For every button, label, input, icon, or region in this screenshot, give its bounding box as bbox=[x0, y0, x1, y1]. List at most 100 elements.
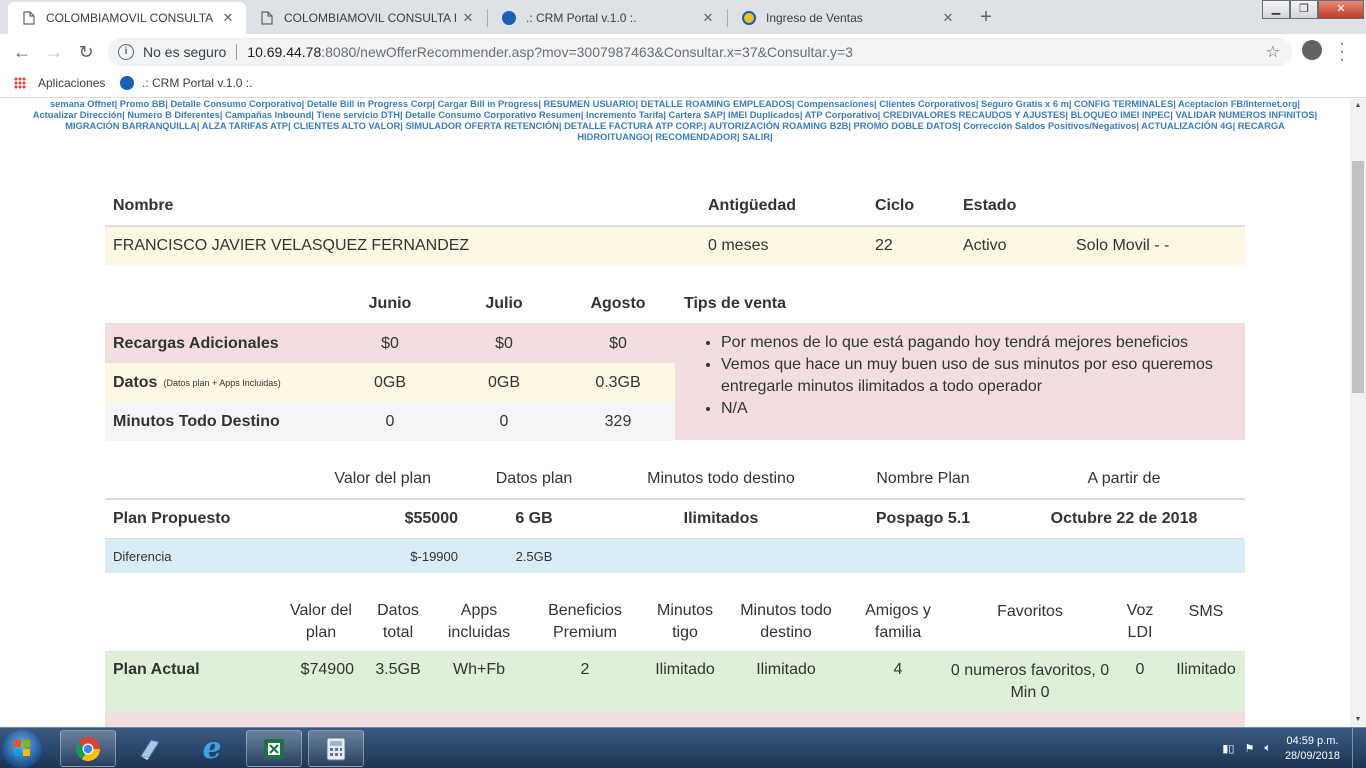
browser-toolbar: ← → ↻ i No es seguro 10.69.44.78 :8080/n… bbox=[0, 34, 1366, 70]
current-value: $74900 bbox=[300, 661, 354, 678]
address-bar[interactable]: i No es seguro 10.69.44.78 :8080/newOffe… bbox=[108, 38, 1292, 66]
current-family: 4 bbox=[893, 661, 903, 678]
close-tab-icon[interactable]: ✕ bbox=[940, 10, 956, 26]
header-month-1: Junio bbox=[368, 295, 412, 312]
header-plan-start: A partir de bbox=[1087, 470, 1161, 487]
nav-link[interactable]: Numero B Diferentes bbox=[127, 110, 219, 120]
nav-link[interactable]: Campañas Inbound bbox=[225, 110, 311, 120]
tab-title: .: CRM Portal v.1.0 :. bbox=[526, 11, 637, 25]
nav-link[interactable]: MIGRACIÓN BARRANQUILLA bbox=[65, 121, 197, 131]
customer-status: Activo bbox=[963, 237, 1007, 254]
tab-colombiamovil-2[interactable]: COLOMBIAMOVIL CONSULTA IN ✕ bbox=[246, 2, 486, 34]
close-tab-icon[interactable]: ✕ bbox=[220, 10, 236, 26]
nav-link[interactable]: SALIR bbox=[742, 132, 770, 142]
notepad-icon[interactable] bbox=[122, 730, 178, 767]
difference-data: 2.5GB bbox=[515, 548, 553, 564]
nav-link[interactable]: DETALLE ROAMING EMPLEADOS bbox=[641, 99, 792, 109]
proposed-plan-name: Pospago 5.1 bbox=[875, 509, 971, 527]
menu-dots-icon[interactable]: · · · bbox=[1336, 36, 1348, 68]
tab-colombiamovil-1[interactable]: COLOMBIAMOVIL CONSULTA IN ✕ bbox=[8, 2, 246, 34]
current-all-minutes: Ilimitado bbox=[756, 661, 816, 678]
tip-item: Vemos que hace un muy buen uso de sus mi… bbox=[721, 354, 1225, 398]
scroll-thumb[interactable] bbox=[1352, 161, 1364, 393]
usage-value: 0GB bbox=[373, 373, 406, 391]
excel-icon[interactable] bbox=[246, 730, 302, 767]
current-plan-table: Valor del plan Datos total Apps incluida… bbox=[105, 593, 1245, 727]
nav-link[interactable]: semana Offnet bbox=[50, 99, 115, 109]
usage-row-label: Datos bbox=[113, 373, 158, 391]
header-plan-name: Nombre Plan bbox=[876, 470, 970, 487]
bookmark-apps[interactable]: Aplicaciones bbox=[14, 76, 105, 90]
nav-link[interactable]: ALZA TARIFAS ATP bbox=[202, 121, 288, 131]
divider bbox=[236, 44, 238, 60]
clock-time: 04:59 p.m. bbox=[1286, 734, 1339, 747]
proposed-data: 6 GB bbox=[515, 509, 553, 527]
nav-link[interactable]: Seguro Gratis x 6 m bbox=[981, 99, 1069, 109]
nav-link[interactable]: BLOQUEO IMEI INPEC bbox=[1071, 110, 1171, 120]
usage-row-minutos: Minutos Todo Destino 0 0 329 bbox=[105, 402, 675, 441]
show-desktop-button[interactable] bbox=[1352, 728, 1366, 768]
current-favorites: 0 numeros favoritos, 0 Min 0 bbox=[950, 662, 1110, 701]
minimize-button[interactable]: ▁ bbox=[1262, 0, 1290, 19]
bookmark-crm-portal[interactable]: .: CRM Portal v.1.0 :. bbox=[120, 76, 252, 90]
nav-link[interactable]: Detalle Bill in Progress Corp bbox=[307, 99, 433, 109]
nav-link[interactable]: Tiene servicio DTH bbox=[316, 110, 400, 120]
tab-ingreso-ventas[interactable]: Ingreso de Ventas ✕ bbox=[728, 2, 966, 34]
window-close-button[interactable]: ✕ bbox=[1318, 0, 1364, 19]
network-icon[interactable]: ▮▯ bbox=[1222, 742, 1234, 755]
bookmark-star-icon[interactable]: ☆ bbox=[1266, 42, 1280, 62]
profile-avatar[interactable] bbox=[1302, 40, 1322, 60]
tab-title: COLOMBIAMOVIL CONSULTA IN bbox=[46, 11, 216, 25]
close-tab-icon[interactable]: ✕ bbox=[460, 10, 476, 26]
nav-link[interactable]: Detalle Consumo Corporativo Resumen bbox=[405, 110, 581, 120]
reload-button[interactable]: ↻ bbox=[74, 40, 98, 64]
maximize-button[interactable]: ❐ bbox=[1290, 0, 1318, 19]
nav-link[interactable]: DETALLE FACTURA ATP CORP. bbox=[564, 121, 704, 131]
forward-button[interactable]: → bbox=[42, 40, 66, 64]
nav-link[interactable]: Clientes Corporativos bbox=[879, 99, 976, 109]
ie-icon[interactable]: e bbox=[184, 730, 240, 767]
nav-link[interactable]: Promo BB bbox=[120, 99, 165, 109]
scroll-down-icon[interactable]: ▼ bbox=[1350, 713, 1366, 727]
header-tips: Tips de venta bbox=[684, 295, 786, 312]
calculator-icon[interactable] bbox=[308, 730, 364, 767]
nav-link[interactable]: CREDIVALORES RECAUDOS Y AJUSTES bbox=[883, 110, 1066, 120]
nav-link[interactable]: VALIDAR NUMEROS INFINITOS bbox=[1175, 110, 1314, 120]
nav-link[interactable]: Actualizar Dirección bbox=[33, 110, 122, 120]
nav-link[interactable]: CLIENTES ALTO VALOR bbox=[293, 121, 400, 131]
volume-icon[interactable]: 🔈︎ bbox=[1264, 742, 1271, 755]
taskbar: e ▮▯ ⚑ 🔈︎ 04:59 p.m. 28/09/2018 bbox=[0, 727, 1366, 768]
info-icon[interactable]: i bbox=[118, 44, 134, 60]
scroll-up-icon[interactable]: ▲ bbox=[1350, 99, 1366, 113]
tab-crm-portal[interactable]: .: CRM Portal v.1.0 :. ✕ bbox=[488, 2, 726, 34]
nav-link[interactable]: Detalle Consumo Corporativo bbox=[170, 99, 301, 109]
page-scrollbar[interactable]: ▲ ▼ bbox=[1350, 99, 1366, 727]
new-tab-button[interactable]: + bbox=[972, 6, 1000, 30]
nav-link[interactable]: CONFIG TERMINALES bbox=[1074, 99, 1173, 109]
header-month-3: Agosto bbox=[590, 295, 646, 312]
clock[interactable]: 04:59 p.m. 28/09/2018 bbox=[1285, 734, 1340, 764]
nav-link[interactable]: PROMO DOBLE DATOS bbox=[854, 121, 959, 131]
nav-link[interactable]: ACTUALIZACIÓN 4G bbox=[1141, 121, 1232, 131]
nav-link[interactable]: Aceptacion FB/Internet.org bbox=[1178, 99, 1297, 109]
nav-link[interactable]: AUTORIZACIÓN ROAMING B2B bbox=[709, 121, 849, 131]
nav-link[interactable]: SIMULADOR OFERTA RETENCIÓN bbox=[405, 121, 558, 131]
flag-icon[interactable]: ⚑ bbox=[1244, 742, 1254, 755]
tab-title: COLOMBIAMOVIL CONSULTA IN bbox=[284, 11, 456, 25]
proposed-row: Plan Propuesto $55000 6 GB Ilimitados Po… bbox=[105, 499, 1245, 538]
header-current-tigo-minutes: Minutos tigo bbox=[656, 602, 714, 641]
nav-link[interactable]: Compensaciones bbox=[797, 99, 874, 109]
back-button[interactable]: ← bbox=[10, 40, 34, 64]
chrome-icon[interactable] bbox=[60, 730, 116, 767]
nav-link[interactable]: Incremento Tarifa bbox=[586, 110, 663, 120]
nav-link[interactable]: RESUMEN USUARIO bbox=[544, 99, 636, 109]
crm-icon bbox=[502, 11, 516, 25]
nav-link[interactable]: Cartera SAP bbox=[669, 110, 723, 120]
nav-link[interactable]: Cargar Bill in Progress bbox=[438, 99, 539, 109]
start-button[interactable] bbox=[2, 730, 42, 768]
nav-link[interactable]: RECOMENDADOR bbox=[655, 132, 737, 142]
nav-link[interactable]: Corrección Saldos Positivos/Negativos bbox=[963, 121, 1136, 131]
close-tab-icon[interactable]: ✕ bbox=[700, 10, 716, 26]
nav-link[interactable]: IMEI Duplicados bbox=[728, 110, 800, 120]
nav-link[interactable]: ATP Corporativo bbox=[805, 110, 878, 120]
